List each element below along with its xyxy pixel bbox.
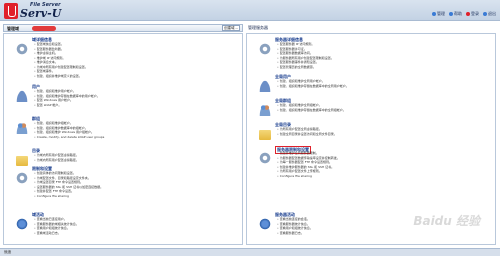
gear-icon — [259, 152, 271, 164]
section-item: 配置管理员的全局数据源。 — [277, 65, 334, 70]
section-items: 配置服务器 IP 访问规则。配置服务器许可证。配置服务器数据库访问。为服务器所有… — [277, 42, 334, 69]
redacted-domain-name — [32, 26, 56, 31]
home-icon — [432, 12, 436, 16]
section-item: 创建、组织和维护存储在数据库中的全局组帐户。 — [277, 108, 346, 113]
group-icon — [16, 122, 28, 134]
section-items: 创建具体的访问限制和设置。为域配置文件、目录和路径设定文件夹。为域设置目录 FT… — [34, 171, 103, 198]
folder-icon — [259, 130, 271, 140]
section-item: 查看当前连接的会话。 — [277, 217, 313, 222]
section-item: 为域内所有用户配置虚拟路径。 — [34, 158, 79, 163]
gear-icon — [259, 43, 271, 55]
user-icon — [259, 80, 271, 92]
section-items: 配置域信息和设置。配置服务器监听器。维护虚拟主机。维护域 IP 访问规则。维护消… — [34, 42, 88, 78]
net-icon — [259, 218, 271, 230]
section-items: 查看当前已连接用户。查看服务器的域相关统计信息。查看用户和组统计信息。查看域活动… — [34, 217, 79, 235]
section-item: 查看用户和组统计信息。 — [277, 226, 313, 231]
watermark: Baidu 经验 — [413, 214, 480, 228]
section-items: 创建、组织和维护全局用户帐户。创建、组织和维护存储在数据库中的全局用户帐户。 — [277, 79, 349, 88]
user-icon — [16, 90, 28, 102]
domain-panel: 域详细信息配置域信息和设置。配置服务器监听器。维护虚拟主机。维护域 IP 访问规… — [3, 33, 243, 245]
logo-mark-icon — [4, 3, 18, 19]
top-links: 管理 帮助 登录 退出 — [432, 11, 496, 17]
section-item: 为域内所有用户配置虚拟路径。 — [34, 153, 79, 158]
section-item: 创建全局目录并设置访问和全局文件目录。 — [277, 132, 337, 137]
top-link-help[interactable]: 帮助 — [449, 11, 462, 17]
section-item: 为每一服务器配置 FTP 命令设置规则。 — [277, 160, 340, 165]
domain-select[interactable]: 创建域... — [222, 25, 240, 31]
top-link-logout[interactable]: 退出 — [483, 11, 496, 17]
status-bar: 就绪 — [0, 248, 500, 256]
section-item: 创建、组织和维护 Windows 用户组帐户。 — [34, 130, 104, 135]
section-items: 创建、组织和维护全局组帐户。创建、组织和维护存储在数据库中的全局组帐户。 — [277, 103, 346, 112]
section-item: Configure file sharing — [277, 174, 340, 179]
domain-bar-title: 管理域 — [7, 26, 19, 31]
folder-icon — [16, 156, 28, 166]
section-item: 查看服务器日志。 — [277, 231, 313, 236]
section-items: 创建、组织和维护用户帐户。创建、组织和维护存储在数据库中的用户帐户。配置 Win… — [34, 89, 100, 107]
logo-name: Serv-U — [20, 7, 62, 20]
logout-icon — [483, 12, 487, 16]
gear-icon — [16, 43, 28, 55]
gear-icon — [16, 172, 28, 184]
domain-bar: 管理域 — [3, 24, 243, 32]
serv-u-logo: File Server Serv-U — [4, 2, 68, 20]
section-item: Create, modify, and delete LDAP user gro… — [34, 135, 105, 140]
net-icon — [16, 218, 28, 230]
top-link-login[interactable]: 登录 — [466, 11, 479, 17]
section-item: 配置 LDAP 帐户。 — [34, 103, 100, 108]
server-bar-title: 管理服务器 — [248, 25, 268, 30]
help-icon — [449, 12, 453, 16]
top-link-home[interactable]: 管理 — [432, 11, 445, 17]
section-items: 查看当前连接的会话。查看服务器统计信息。查看用户和组统计信息。查看服务器日志。 — [277, 217, 313, 235]
section-items: 创建、组织和维护组帐户。创建、组织和维护数据库中的组帐户。创建、组织和维护 Wi… — [34, 121, 105, 140]
app-header: File Server Serv-U 管理 帮助 登录 退出 — [0, 0, 500, 21]
group-icon — [259, 104, 271, 116]
section-items: 为域内所有用户配置虚拟路径。为域内所有用户配置虚拟路径。 — [34, 153, 79, 162]
section-item: 查看域活动日志。 — [34, 231, 79, 236]
section-items: 创建并维护全局服务器限制。为服务器配置数据传输速率设定并控制转发。为每一服务器配… — [277, 151, 340, 178]
login-icon — [466, 12, 470, 16]
section-item: Configure file sharing — [34, 194, 103, 199]
section-item: 创建、组织和维护存储在数据库中的全局用户帐户。 — [277, 84, 349, 89]
section-item: 创建、组织并维护域定义的设置。 — [34, 74, 88, 79]
section-items: 为所有用户配置全局虚拟路径。创建全局目录并设置访问和全局文件目录。 — [277, 127, 337, 136]
